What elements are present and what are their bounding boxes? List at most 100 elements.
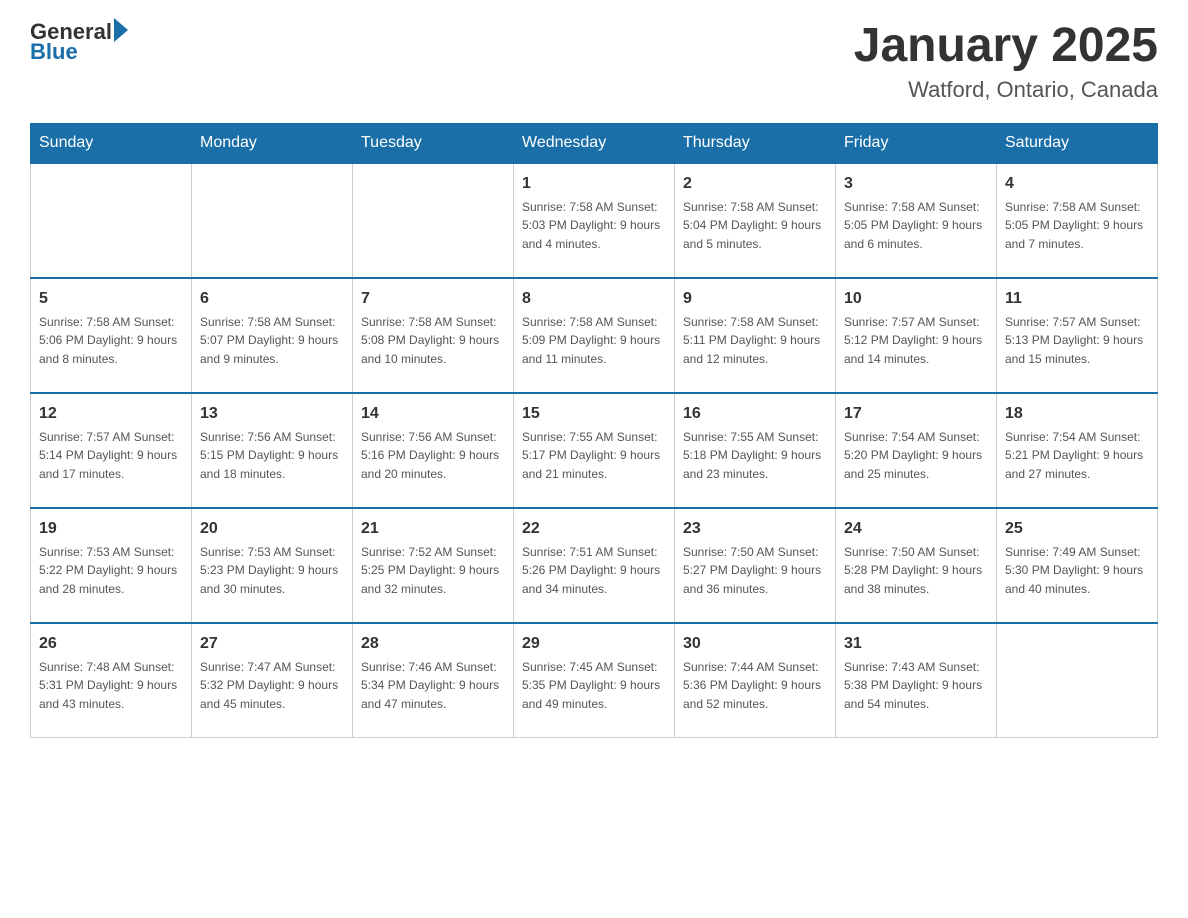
calendar-cell [31, 163, 192, 278]
title-area: January 2025 Watford, Ontario, Canada [854, 20, 1158, 103]
calendar-cell: 14Sunrise: 7:56 AM Sunset: 5:16 PM Dayli… [353, 393, 514, 508]
day-number: 23 [683, 517, 827, 541]
page-header: General Blue January 2025 Watford, Ontar… [30, 20, 1158, 103]
calendar-cell: 1Sunrise: 7:58 AM Sunset: 5:03 PM Daylig… [514, 163, 675, 278]
calendar-cell: 5Sunrise: 7:58 AM Sunset: 5:06 PM Daylig… [31, 278, 192, 393]
calendar-cell: 3Sunrise: 7:58 AM Sunset: 5:05 PM Daylig… [836, 163, 997, 278]
day-number: 24 [844, 517, 988, 541]
day-info: Sunrise: 7:58 AM Sunset: 5:04 PM Dayligh… [683, 198, 827, 254]
calendar-week-row: 12Sunrise: 7:57 AM Sunset: 5:14 PM Dayli… [31, 393, 1158, 508]
day-info: Sunrise: 7:55 AM Sunset: 5:17 PM Dayligh… [522, 428, 666, 484]
day-info: Sunrise: 7:58 AM Sunset: 5:05 PM Dayligh… [1005, 198, 1149, 254]
day-number: 2 [683, 172, 827, 196]
logo-blue-text: Blue [30, 40, 78, 64]
day-number: 25 [1005, 517, 1149, 541]
day-info: Sunrise: 7:56 AM Sunset: 5:15 PM Dayligh… [200, 428, 344, 484]
calendar-cell: 9Sunrise: 7:58 AM Sunset: 5:11 PM Daylig… [675, 278, 836, 393]
calendar-cell: 22Sunrise: 7:51 AM Sunset: 5:26 PM Dayli… [514, 508, 675, 623]
day-number: 14 [361, 402, 505, 426]
day-info: Sunrise: 7:57 AM Sunset: 5:14 PM Dayligh… [39, 428, 183, 484]
day-info: Sunrise: 7:58 AM Sunset: 5:03 PM Dayligh… [522, 198, 666, 254]
day-number: 18 [1005, 402, 1149, 426]
day-number: 1 [522, 172, 666, 196]
day-info: Sunrise: 7:58 AM Sunset: 5:05 PM Dayligh… [844, 198, 988, 254]
day-info: Sunrise: 7:43 AM Sunset: 5:38 PM Dayligh… [844, 658, 988, 714]
day-number: 31 [844, 632, 988, 656]
calendar-table: SundayMondayTuesdayWednesdayThursdayFrid… [30, 123, 1158, 739]
day-info: Sunrise: 7:51 AM Sunset: 5:26 PM Dayligh… [522, 543, 666, 599]
calendar-week-row: 1Sunrise: 7:58 AM Sunset: 5:03 PM Daylig… [31, 163, 1158, 278]
day-info: Sunrise: 7:44 AM Sunset: 5:36 PM Dayligh… [683, 658, 827, 714]
day-number: 11 [1005, 287, 1149, 311]
calendar-cell: 6Sunrise: 7:58 AM Sunset: 5:07 PM Daylig… [192, 278, 353, 393]
day-number: 9 [683, 287, 827, 311]
day-info: Sunrise: 7:58 AM Sunset: 5:08 PM Dayligh… [361, 313, 505, 369]
day-info: Sunrise: 7:55 AM Sunset: 5:18 PM Dayligh… [683, 428, 827, 484]
day-number: 17 [844, 402, 988, 426]
day-number: 27 [200, 632, 344, 656]
day-number: 22 [522, 517, 666, 541]
day-number: 20 [200, 517, 344, 541]
calendar-cell: 8Sunrise: 7:58 AM Sunset: 5:09 PM Daylig… [514, 278, 675, 393]
calendar-week-row: 5Sunrise: 7:58 AM Sunset: 5:06 PM Daylig… [31, 278, 1158, 393]
calendar-cell: 16Sunrise: 7:55 AM Sunset: 5:18 PM Dayli… [675, 393, 836, 508]
day-number: 29 [522, 632, 666, 656]
logo-arrow-icon [114, 18, 128, 42]
day-number: 4 [1005, 172, 1149, 196]
col-header-friday: Friday [836, 123, 997, 163]
calendar-cell: 24Sunrise: 7:50 AM Sunset: 5:28 PM Dayli… [836, 508, 997, 623]
day-info: Sunrise: 7:58 AM Sunset: 5:07 PM Dayligh… [200, 313, 344, 369]
day-number: 12 [39, 402, 183, 426]
calendar-cell: 11Sunrise: 7:57 AM Sunset: 5:13 PM Dayli… [997, 278, 1158, 393]
calendar-cell: 25Sunrise: 7:49 AM Sunset: 5:30 PM Dayli… [997, 508, 1158, 623]
logo: General Blue [30, 20, 128, 64]
calendar-cell: 2Sunrise: 7:58 AM Sunset: 5:04 PM Daylig… [675, 163, 836, 278]
month-title: January 2025 [854, 20, 1158, 73]
day-info: Sunrise: 7:45 AM Sunset: 5:35 PM Dayligh… [522, 658, 666, 714]
calendar-cell: 23Sunrise: 7:50 AM Sunset: 5:27 PM Dayli… [675, 508, 836, 623]
calendar-cell: 29Sunrise: 7:45 AM Sunset: 5:35 PM Dayli… [514, 623, 675, 738]
day-number: 3 [844, 172, 988, 196]
calendar-week-row: 19Sunrise: 7:53 AM Sunset: 5:22 PM Dayli… [31, 508, 1158, 623]
col-header-wednesday: Wednesday [514, 123, 675, 163]
day-info: Sunrise: 7:54 AM Sunset: 5:20 PM Dayligh… [844, 428, 988, 484]
calendar-cell: 26Sunrise: 7:48 AM Sunset: 5:31 PM Dayli… [31, 623, 192, 738]
day-number: 13 [200, 402, 344, 426]
day-info: Sunrise: 7:56 AM Sunset: 5:16 PM Dayligh… [361, 428, 505, 484]
day-number: 10 [844, 287, 988, 311]
day-info: Sunrise: 7:57 AM Sunset: 5:12 PM Dayligh… [844, 313, 988, 369]
day-info: Sunrise: 7:54 AM Sunset: 5:21 PM Dayligh… [1005, 428, 1149, 484]
calendar-cell: 21Sunrise: 7:52 AM Sunset: 5:25 PM Dayli… [353, 508, 514, 623]
day-number: 7 [361, 287, 505, 311]
calendar-cell: 4Sunrise: 7:58 AM Sunset: 5:05 PM Daylig… [997, 163, 1158, 278]
col-header-monday: Monday [192, 123, 353, 163]
day-info: Sunrise: 7:58 AM Sunset: 5:09 PM Dayligh… [522, 313, 666, 369]
calendar-cell: 31Sunrise: 7:43 AM Sunset: 5:38 PM Dayli… [836, 623, 997, 738]
calendar-cell: 17Sunrise: 7:54 AM Sunset: 5:20 PM Dayli… [836, 393, 997, 508]
calendar-cell [997, 623, 1158, 738]
day-number: 28 [361, 632, 505, 656]
calendar-cell: 20Sunrise: 7:53 AM Sunset: 5:23 PM Dayli… [192, 508, 353, 623]
calendar-cell: 18Sunrise: 7:54 AM Sunset: 5:21 PM Dayli… [997, 393, 1158, 508]
calendar-cell [353, 163, 514, 278]
day-info: Sunrise: 7:47 AM Sunset: 5:32 PM Dayligh… [200, 658, 344, 714]
calendar-cell: 12Sunrise: 7:57 AM Sunset: 5:14 PM Dayli… [31, 393, 192, 508]
day-number: 15 [522, 402, 666, 426]
day-number: 16 [683, 402, 827, 426]
day-number: 26 [39, 632, 183, 656]
calendar-cell: 19Sunrise: 7:53 AM Sunset: 5:22 PM Dayli… [31, 508, 192, 623]
day-info: Sunrise: 7:57 AM Sunset: 5:13 PM Dayligh… [1005, 313, 1149, 369]
day-info: Sunrise: 7:50 AM Sunset: 5:27 PM Dayligh… [683, 543, 827, 599]
day-info: Sunrise: 7:49 AM Sunset: 5:30 PM Dayligh… [1005, 543, 1149, 599]
calendar-week-row: 26Sunrise: 7:48 AM Sunset: 5:31 PM Dayli… [31, 623, 1158, 738]
day-number: 6 [200, 287, 344, 311]
calendar-cell: 10Sunrise: 7:57 AM Sunset: 5:12 PM Dayli… [836, 278, 997, 393]
day-info: Sunrise: 7:50 AM Sunset: 5:28 PM Dayligh… [844, 543, 988, 599]
calendar-cell: 30Sunrise: 7:44 AM Sunset: 5:36 PM Dayli… [675, 623, 836, 738]
calendar-header-row: SundayMondayTuesdayWednesdayThursdayFrid… [31, 123, 1158, 163]
day-info: Sunrise: 7:58 AM Sunset: 5:11 PM Dayligh… [683, 313, 827, 369]
day-number: 19 [39, 517, 183, 541]
calendar-cell: 15Sunrise: 7:55 AM Sunset: 5:17 PM Dayli… [514, 393, 675, 508]
calendar-cell: 28Sunrise: 7:46 AM Sunset: 5:34 PM Dayli… [353, 623, 514, 738]
calendar-cell: 27Sunrise: 7:47 AM Sunset: 5:32 PM Dayli… [192, 623, 353, 738]
